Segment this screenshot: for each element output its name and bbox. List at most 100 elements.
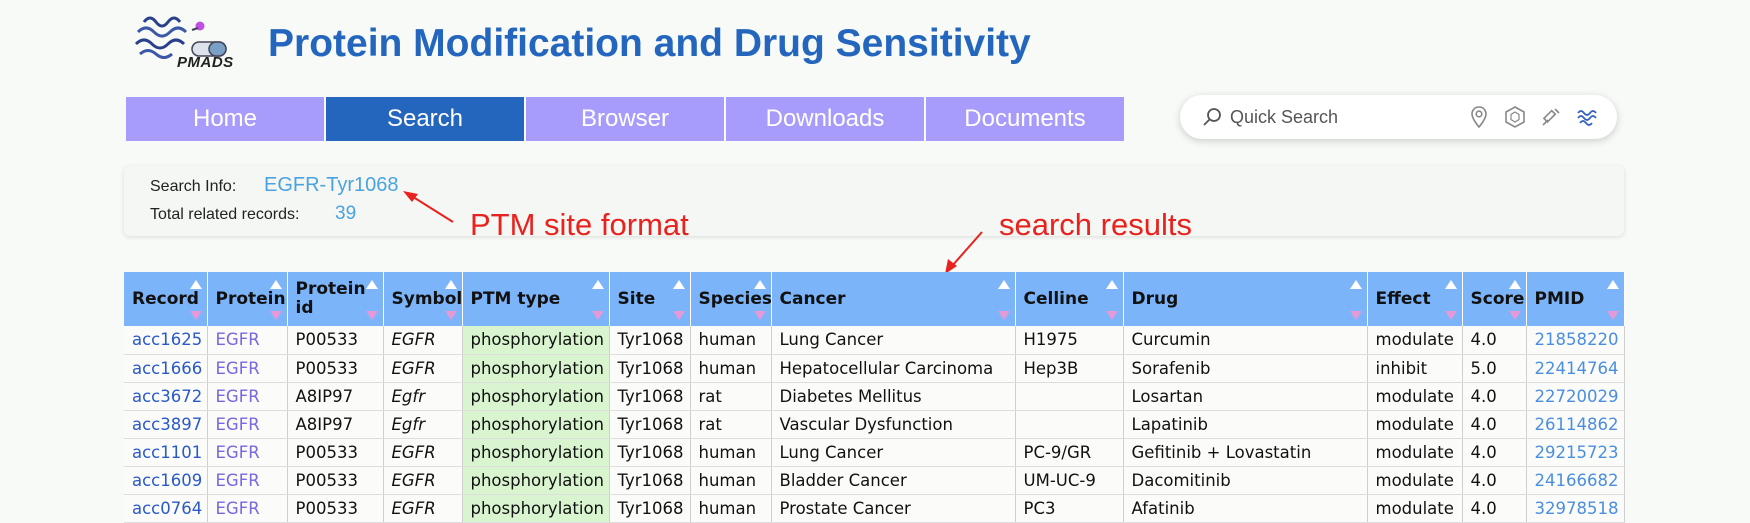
celline-cell xyxy=(1015,382,1124,411)
logo-text: PMADS xyxy=(177,54,234,71)
record-link[interactable]: acc0764 xyxy=(124,494,208,523)
tab-documents[interactable]: Documents xyxy=(926,97,1124,141)
score-cell: 4.0 xyxy=(1462,438,1527,467)
celline-cell: PC3 xyxy=(1015,494,1124,523)
pmid-link[interactable]: 22414764 xyxy=(1526,354,1625,383)
cancer-cell: Hepatocellular Carcinoma xyxy=(771,354,1016,383)
column-header-drug[interactable]: Drug xyxy=(1123,272,1368,326)
species-cell: human xyxy=(690,438,772,467)
effect-cell: modulate xyxy=(1367,410,1463,439)
table-row: acc1609 EGFR P00533 EGFR phosphorylation Tyr1… xyxy=(124,466,1625,495)
protein-link[interactable]: EGFR xyxy=(207,410,288,439)
pmid-link[interactable]: 29215723 xyxy=(1526,438,1625,467)
species-cell: human xyxy=(690,326,772,355)
ptm-type-cell: phosphorylation xyxy=(462,354,610,383)
pmid-link[interactable]: 21858220 xyxy=(1526,326,1625,355)
ptm-type-cell: phosphorylation xyxy=(462,466,610,495)
column-header-celline[interactable]: Celline xyxy=(1015,272,1124,326)
hexagon-icon[interactable] xyxy=(1503,105,1527,129)
protein-link[interactable]: EGFR xyxy=(207,438,288,467)
column-header-record[interactable]: Record xyxy=(124,272,208,326)
table-row: acc1625 EGFR P00533 EGFR phosphorylation Tyr1… xyxy=(124,326,1625,355)
column-header-effect[interactable]: Effect xyxy=(1367,272,1463,326)
celline-cell: H1975 xyxy=(1015,326,1124,355)
protein-link[interactable]: EGFR xyxy=(207,494,288,523)
record-link[interactable]: acc1101 xyxy=(124,438,208,467)
search-info-label: Search Info: xyxy=(150,178,237,195)
score-cell: 4.0 xyxy=(1462,326,1527,355)
species-cell: human xyxy=(690,354,772,383)
column-header-ptm-type[interactable]: PTM type xyxy=(462,272,610,326)
site-cell: Tyr1068 xyxy=(609,494,691,523)
search-results-annotation: search results xyxy=(999,207,1192,242)
protein-id-cell: A8IP97 xyxy=(287,410,384,439)
effect-cell: modulate xyxy=(1367,438,1463,467)
total-records-label: Total related records: xyxy=(150,206,300,223)
search-info-value[interactable]: EGFR-Tyr1068 xyxy=(264,174,398,197)
celline-cell xyxy=(1015,410,1124,439)
species-cell: human xyxy=(690,466,772,495)
column-header-score[interactable]: Score xyxy=(1462,272,1527,326)
celline-cell: UM-UC-9 xyxy=(1015,466,1124,495)
site-cell: Tyr1068 xyxy=(609,438,691,467)
protein-id-cell: A8IP97 xyxy=(287,382,384,411)
species-cell: human xyxy=(690,494,772,523)
protein-link[interactable]: EGFR xyxy=(207,354,288,383)
column-header-site[interactable]: Site xyxy=(609,272,691,326)
pmid-link[interactable]: 26114862 xyxy=(1526,410,1625,439)
record-link[interactable]: acc3897 xyxy=(124,410,208,439)
pmid-link[interactable]: 24166682 xyxy=(1526,466,1625,495)
cancer-cell: Lung Cancer xyxy=(771,326,1016,355)
protein-link[interactable]: EGFR xyxy=(207,382,288,411)
results-body: acc1625 EGFR P00533 EGFR phosphorylation Tyr1… xyxy=(124,326,1625,523)
site-cell: Tyr1068 xyxy=(609,326,691,355)
pmid-link[interactable]: 22720029 xyxy=(1526,382,1625,411)
column-header-cancer[interactable]: Cancer xyxy=(771,272,1016,326)
total-records-value: 39 xyxy=(335,203,357,224)
ptm-type-cell: phosphorylation xyxy=(462,410,610,439)
protein-link[interactable]: EGFR xyxy=(207,326,288,355)
drug-cell: Losartan xyxy=(1123,382,1368,411)
column-header-protein[interactable]: Protein xyxy=(207,272,288,326)
record-link[interactable]: acc3672 xyxy=(124,382,208,411)
protein-structure-icon[interactable] xyxy=(1575,105,1599,129)
score-cell: 4.0 xyxy=(1462,410,1527,439)
site-cell: Tyr1068 xyxy=(609,466,691,495)
record-link[interactable]: acc1666 xyxy=(124,354,208,383)
column-header-symbol[interactable]: Symbol xyxy=(383,272,463,326)
column-header-protein-id[interactable]: Protein id xyxy=(287,272,384,326)
column-header-pmid[interactable]: PMID xyxy=(1526,272,1625,326)
symbol-cell: EGFR xyxy=(383,466,463,495)
quick-search-input[interactable] xyxy=(1230,106,1460,128)
cancer-cell: Bladder Cancer xyxy=(771,466,1016,495)
record-link[interactable]: acc1625 xyxy=(124,326,208,355)
tab-downloads[interactable]: Downloads xyxy=(726,97,924,141)
score-cell: 4.0 xyxy=(1462,494,1527,523)
tab-search[interactable]: Search xyxy=(326,97,524,141)
column-header-species[interactable]: Species xyxy=(690,272,772,326)
location-pin-icon[interactable] xyxy=(1467,105,1491,129)
tab-home[interactable]: Home xyxy=(126,97,324,141)
symbol-cell: EGFR xyxy=(383,354,463,383)
drug-cell: Curcumin xyxy=(1123,326,1368,355)
effect-cell: modulate xyxy=(1367,382,1463,411)
record-link[interactable]: acc1609 xyxy=(124,466,208,495)
ptm-type-cell: phosphorylation xyxy=(462,382,610,411)
table-row: acc0764 EGFR P00533 EGFR phosphorylation Tyr1… xyxy=(124,494,1625,523)
site-title: Protein Modification and Drug Sensitivit… xyxy=(268,22,1031,65)
site-cell: Tyr1068 xyxy=(609,382,691,411)
cancer-cell: Prostate Cancer xyxy=(771,494,1016,523)
pmid-link[interactable]: 32978518 xyxy=(1526,494,1625,523)
results-table: Record Protein Protein id Symbol PTM typ… xyxy=(124,272,1625,523)
species-cell: rat xyxy=(690,382,772,411)
protein-id-cell: P00533 xyxy=(287,494,384,523)
search-icon[interactable] xyxy=(1202,107,1222,127)
symbol-cell: EGFR xyxy=(383,438,463,467)
effect-cell: inhibit xyxy=(1367,354,1463,383)
protein-link[interactable]: EGFR xyxy=(207,466,288,495)
syringe-icon[interactable] xyxy=(1539,105,1563,129)
score-cell: 4.0 xyxy=(1462,466,1527,495)
protein-id-cell: P00533 xyxy=(287,438,384,467)
search-info-panel: Search Info: EGFR-Tyr1068 Total related … xyxy=(124,166,1624,236)
tab-browser[interactable]: Browser xyxy=(526,97,724,141)
